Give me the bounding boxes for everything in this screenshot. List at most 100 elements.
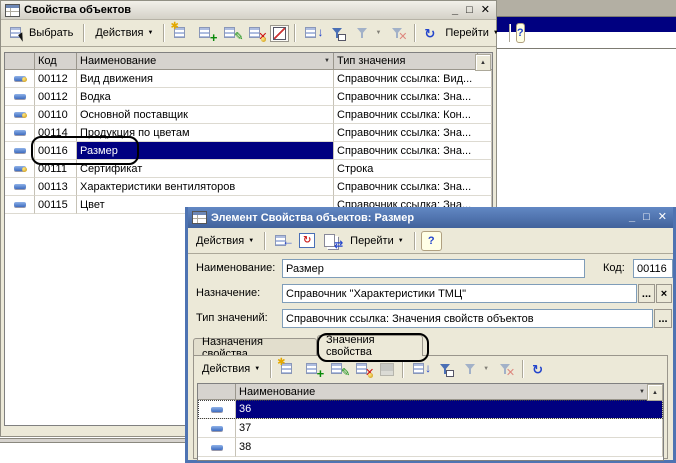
table-row-selected[interactable]: 00116 Размер Справочник ссылка: Зна... (5, 142, 492, 160)
minimize-button[interactable]: _ (629, 212, 635, 223)
edit-item-button[interactable]: ✎ (327, 359, 350, 379)
window-grid-icon (192, 211, 207, 224)
header-type[interactable]: Тип значения (334, 53, 478, 70)
close-button[interactable]: ✕ (481, 5, 490, 16)
edit-item-button[interactable]: ✎ (220, 23, 243, 43)
header-icon-column (198, 384, 236, 400)
separator (83, 24, 85, 42)
arrow-left-list-icon: ← (274, 233, 291, 249)
view-mode-icon (273, 27, 286, 40)
table-row[interactable]: 00114 Продукция по цветам Справочник ссы… (5, 124, 492, 142)
delete-mark-button[interactable]: ✕ (245, 23, 268, 43)
table-row[interactable]: 00112 Вид движения Справочник ссылка: Ви… (5, 70, 492, 88)
add-item-button[interactable]: ✱ (170, 23, 193, 43)
go-to-list-button[interactable]: ← (271, 231, 294, 251)
write-button[interactable]: ⇄ (320, 231, 343, 251)
filter-settings-button[interactable] (434, 359, 457, 379)
filter-by-value-button[interactable]: ▼ (351, 23, 384, 43)
header-name[interactable]: Наименование ▼ (236, 384, 649, 400)
window-controls: _ □ ✕ (452, 5, 492, 16)
separator (270, 360, 272, 378)
separator (264, 232, 266, 250)
delete-mark-button[interactable]: ✕ (352, 359, 375, 379)
name-field[interactable]: Размер (282, 259, 585, 278)
value-row-selected[interactable]: 36 (198, 400, 663, 419)
selected-cell: Размер (77, 142, 334, 160)
header-name[interactable]: Наименование ▼ (77, 53, 334, 70)
clear-filter-button[interactable]: ✕ (386, 23, 409, 43)
minimize-button[interactable]: _ (452, 5, 458, 16)
separator (294, 24, 296, 42)
reread-icon: ↻ (299, 233, 315, 248)
purpose-browse-button[interactable]: ... (638, 284, 655, 303)
sort-icon: ↓ (304, 25, 321, 41)
separator (522, 360, 524, 378)
goto-menu-button[interactable]: Перейти ▼ (345, 233, 409, 249)
selected-cell: 36 (236, 400, 663, 419)
help-button[interactable]: ? (516, 23, 525, 43)
scroll-up-button[interactable]: ▲ (647, 384, 663, 401)
type-browse-button[interactable]: ... (654, 309, 672, 328)
filter-by-value-button[interactable]: ▼ (459, 359, 492, 379)
type-field[interactable]: Справочник ссылка: Значения свойств объе… (282, 309, 653, 328)
goto-menu-button[interactable]: Перейти ▼ (440, 25, 504, 41)
value-row[interactable]: 37 (198, 419, 663, 438)
table-row[interactable]: 00111 Сертификат Строка (5, 160, 492, 178)
purpose-field[interactable]: Справочник "Характеристики ТМЦ" (282, 284, 637, 303)
table-row[interactable]: 00112 Водка Справочник ссылка: Зна... (5, 88, 492, 106)
sort-button[interactable]: ↓ (301, 23, 324, 43)
goto-menu-label: Перейти (445, 27, 489, 39)
goto-menu-label: Перейти (350, 235, 394, 247)
property-item-icon (14, 148, 26, 153)
actions-menu-button[interactable]: Действия ▼ (197, 361, 265, 377)
add-group-button[interactable]: + (195, 23, 218, 43)
clear-filter-icon: ✕ (497, 361, 514, 377)
save-ok-button[interactable] (377, 361, 397, 378)
table-row[interactable]: 00110 Основной поставщик Справочник ссыл… (5, 106, 492, 124)
element-titlebar: Элемент Свойства объектов: Размер _ □ ✕ (188, 207, 673, 228)
actions-menu-button[interactable]: Действия ▼ (90, 25, 158, 41)
chevron-down-icon: ▼ (254, 366, 260, 372)
property-item-icon (14, 112, 26, 117)
select-button[interactable]: Выбрать (4, 23, 78, 43)
chevron-down-icon: ▼ (398, 238, 404, 244)
maximize-button[interactable]: □ (466, 5, 473, 16)
scroll-up-button[interactable]: ▲ (475, 54, 491, 71)
purpose-clear-button[interactable]: × (656, 284, 672, 303)
help-button[interactable]: ? (421, 231, 442, 251)
add-group-icon: + (198, 25, 215, 41)
value-row[interactable]: 38 (198, 438, 663, 457)
header-icon-column (5, 53, 35, 70)
header-code[interactable]: Код (35, 53, 77, 70)
view-mode-button[interactable] (270, 25, 289, 42)
properties-window-title: Свойства объектов (24, 4, 448, 16)
help-icon: ? (517, 27, 524, 39)
help-icon: ? (428, 235, 435, 247)
chevron-down-icon: ▼ (493, 30, 499, 36)
filter-by-value-icon (354, 25, 371, 41)
maximize-button[interactable]: □ (643, 212, 650, 223)
clear-filter-button[interactable]: ✕ (494, 359, 517, 379)
add-item-button[interactable]: ✱ (277, 359, 300, 379)
window-controls: _ □ ✕ (629, 212, 669, 223)
tab-strip: Назначения свойства Значения свойства (193, 335, 423, 356)
filter-settings-button[interactable] (326, 23, 349, 43)
add-group-button[interactable]: + (302, 359, 325, 379)
table-row[interactable]: 00113 Характеристики вентиляторов Справо… (5, 178, 492, 196)
code-field[interactable]: 00116 (633, 259, 673, 278)
chevron-down-icon: ▼ (483, 366, 489, 372)
property-item-icon (14, 166, 26, 171)
actions-menu-button[interactable]: Действия ▼ (191, 233, 259, 249)
add-item-icon: ✱ (173, 25, 190, 41)
close-button[interactable]: ✕ (658, 212, 667, 223)
refresh-button[interactable]: ↻ (529, 361, 546, 378)
reread-button[interactable]: ↻ (296, 231, 318, 250)
refresh-button[interactable]: ↻ (421, 25, 438, 42)
sort-button[interactable]: ↓ (409, 359, 432, 379)
tab-assignments[interactable]: Назначения свойства (193, 338, 317, 356)
delete-cross-icon: ✕ (248, 25, 265, 41)
code-field-label: Код: (603, 262, 625, 274)
filter-funnel-icon (329, 25, 346, 41)
tab-values[interactable]: Значения свойства (317, 335, 423, 356)
refresh-icon: ↻ (424, 27, 435, 40)
